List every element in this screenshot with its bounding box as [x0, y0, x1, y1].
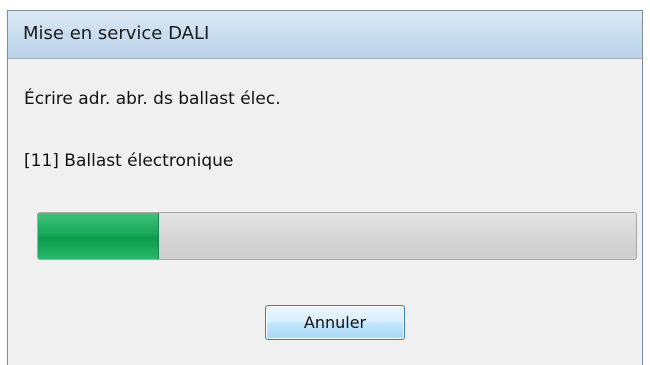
- progress-bar: [37, 212, 637, 260]
- progress-fill: [38, 213, 159, 259]
- commissioning-dialog: Mise en service DALI Écrire adr. abr. ds…: [7, 10, 643, 365]
- dialog-body: Écrire adr. abr. ds ballast élec. [11] B…: [8, 59, 642, 365]
- device-text: [11] Ballast électronique: [24, 151, 234, 171]
- dialog-titlebar[interactable]: Mise en service DALI: [8, 11, 642, 59]
- cancel-button[interactable]: Annuler: [265, 305, 405, 340]
- dialog-title: Mise en service DALI: [23, 23, 210, 44]
- status-text: Écrire adr. abr. ds ballast élec.: [24, 89, 281, 109]
